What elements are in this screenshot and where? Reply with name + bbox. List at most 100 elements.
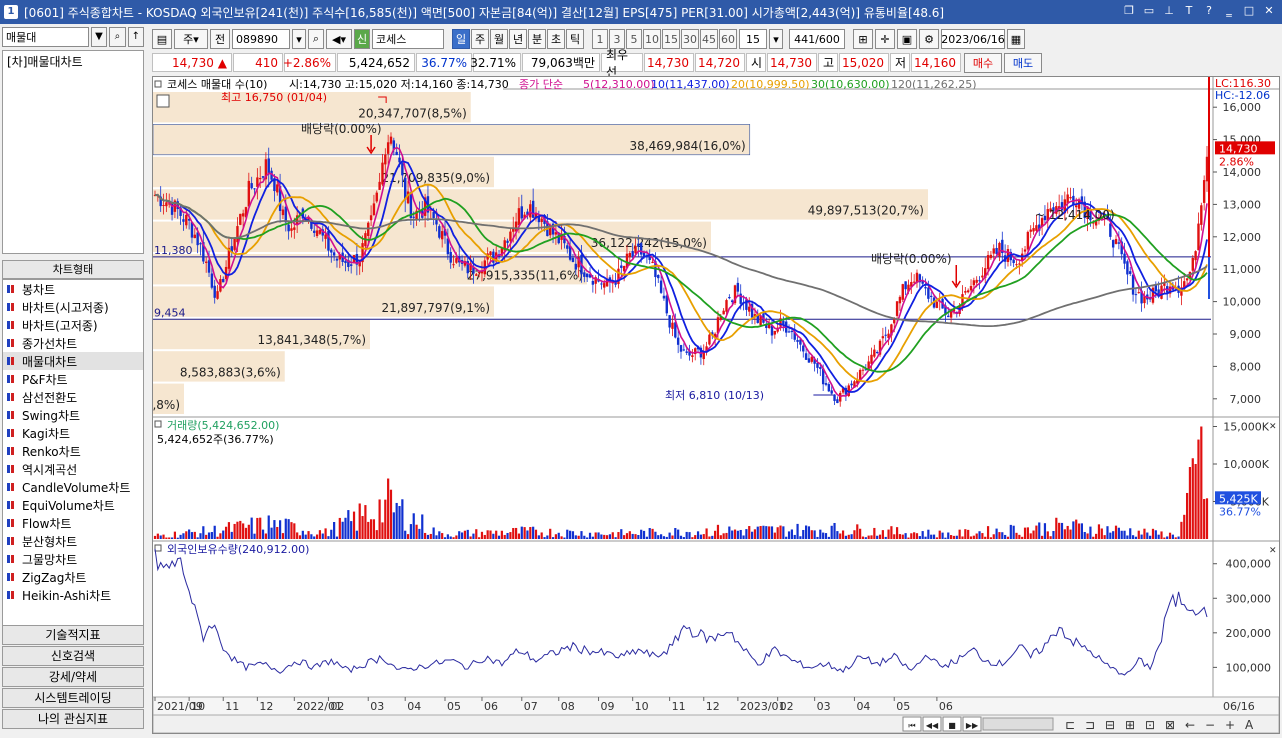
zoom-tool-icon[interactable]: − [1205,718,1215,732]
indicator-list[interactable]: [차]매물대차트 [2,50,144,254]
zoom-tool-icon[interactable]: ⊠ [1165,718,1175,732]
interval-button[interactable]: 30 [681,29,699,49]
zoom-tool-icon[interactable]: ⊞ [1125,718,1135,732]
panel-toggle-icon[interactable] [154,420,162,428]
help-icon[interactable]: ? [1202,4,1216,18]
indicator-combo[interactable]: 매물대 [2,27,89,47]
table-icon[interactable] [156,94,170,108]
search-icon[interactable]: ⌕ [308,29,324,49]
interval-button[interactable]: 10 [643,29,661,49]
zoom-tool-icon[interactable]: ⊐ [1085,718,1095,732]
chart-type-item[interactable]: Kagi차트 [3,424,143,442]
candle-body [378,181,381,190]
chart-type-item[interactable]: Flow차트 [3,514,143,532]
sound-icon[interactable]: ◀▾ [326,29,352,49]
chart-area[interactable]: 20,347,707(8,5%) 38,469,984(16,0%) 21,709,… [79,76,1280,734]
chart-type-item[interactable]: 봉차트 [3,280,143,298]
volume-bar [1038,522,1041,539]
period-tab[interactable]: 월 [490,29,508,49]
period-tab[interactable]: 분 [528,29,546,49]
chart-type-item[interactable]: Swing차트 [3,406,143,424]
candle-body [438,226,441,238]
period-tab[interactable]: 틱 [566,29,584,49]
prev-button[interactable]: 전 [210,29,230,49]
candle-body [520,206,523,219]
window-number-icon[interactable]: 1 [4,5,18,19]
period-tab[interactable]: 일 [452,29,470,49]
zoom-tool-icon[interactable]: + [1225,718,1235,732]
chart-type-item[interactable]: 삼선전환도 [3,388,143,406]
pin-icon[interactable]: ⊥ [1162,4,1176,18]
code-dropdown-icon[interactable]: ▾ [292,29,306,49]
interval-button[interactable]: 15 [662,29,680,49]
zoom-tool-icon[interactable]: ⊟ [1105,718,1115,732]
volume-bar [270,527,273,539]
close-icon[interactable]: ✕ [1262,4,1276,18]
stock-type-select[interactable]: 주 ▾ [174,29,208,49]
chart-type-item[interactable]: CandleVolume차트 [3,478,143,496]
combo-dropdown-icon[interactable]: ▼ [90,27,108,47]
panel-button[interactable]: 시스템트레이딩 [2,688,144,708]
interval-input[interactable]: 15 [739,29,767,49]
period-tab[interactable]: 초 [547,29,565,49]
panel-toggle-icon[interactable] [154,544,162,552]
panel-button[interactable]: 나의 관심지표 [2,709,144,729]
gear-icon[interactable]: ⚙ [919,29,939,49]
chart-type-item[interactable]: 바차트(시고저종) [3,298,143,316]
stock-code-input[interactable]: 089890 [232,29,290,49]
interval-button[interactable]: 60 [719,29,737,49]
save-icon[interactable]: ▣ [897,29,917,49]
crosshair-icon[interactable]: ✛ [875,29,895,49]
sell-button[interactable]: 매도 [1004,52,1042,73]
zoom-tool-icon[interactable]: A [1245,718,1254,732]
panel-close-icon[interactable]: ✕ [1269,422,1277,432]
panel-button[interactable]: 신호검색 [2,646,144,666]
panel-close-icon[interactable]: ✕ [1269,546,1277,556]
date-input[interactable]: 2023/06/16 [941,29,1005,49]
chart-type-item[interactable]: Renko차트 [3,442,143,460]
chart-type-item[interactable]: 종가선차트 [3,334,143,352]
candle-body [603,283,606,288]
period-tab[interactable]: 주 [471,29,489,49]
chart-type-item[interactable]: 분산형차트 [3,532,143,550]
volume-bar [659,534,663,539]
up-arrow-icon[interactable]: ↑ [127,27,144,47]
chart-svg[interactable]: 20,347,707(8,5%) 38,469,984(16,0%) 21,709,… [79,77,1280,734]
search-icon[interactable]: ⌕ [109,27,126,47]
zoom-tool-icon[interactable]: ← [1185,718,1195,732]
font-icon[interactable]: T [1182,4,1196,18]
calendar-icon[interactable]: ▦ [1007,29,1025,49]
buy-button[interactable]: 매수 [964,52,1002,73]
scroll-thumb[interactable] [982,717,1054,731]
candle-body [730,300,734,302]
zoom-tool-icon[interactable]: ⊏ [1065,718,1075,732]
chart-type-item[interactable]: ZigZag차트 [3,568,143,586]
chart-type-item[interactable]: 역시계곡선 [3,460,143,478]
interval-button[interactable]: 45 [700,29,718,49]
interval-dropdown-icon[interactable]: ▾ [769,29,783,49]
panel-button[interactable]: 기술적지표 [2,625,144,645]
chart-type-item[interactable]: 그물망차트 [3,550,143,568]
zoom-tool-icon[interactable]: ⊡ [1145,718,1155,732]
stock-name-field[interactable]: 코세스 [372,29,444,49]
restore-icon[interactable]: ❐ [1122,4,1136,18]
grid-icon[interactable]: ⊞ [853,29,873,49]
chart-type-item[interactable]: 바차트(고저종) [3,316,143,334]
volume-bar [1123,530,1126,539]
chart-type-item[interactable]: EquiVolume차트 [3,496,143,514]
minimize-icon[interactable]: ▭ [1142,4,1156,18]
chart-type-item[interactable]: 매물대차트 [3,352,143,370]
max-icon[interactable]: □ [1242,4,1256,18]
last-volume-label: 5,425K [1219,492,1258,505]
count-field[interactable]: 441/600 [789,29,845,49]
panel-button[interactable]: 강세/약세 [2,667,144,687]
period-tab[interactable]: 년 [509,29,527,49]
indicator-list-item[interactable]: [차]매물대차트 [7,53,139,70]
min-icon[interactable]: ‗ [1222,4,1236,18]
chart-type-item[interactable]: P&F차트 [3,370,143,388]
chart-menu-icon[interactable]: ▤ [152,29,172,49]
candle-body [873,349,876,357]
volume-bar [719,535,722,539]
support-line-label: 9,454 [154,306,186,319]
chart-type-item[interactable]: Heikin-Ashi차트 [3,586,143,604]
